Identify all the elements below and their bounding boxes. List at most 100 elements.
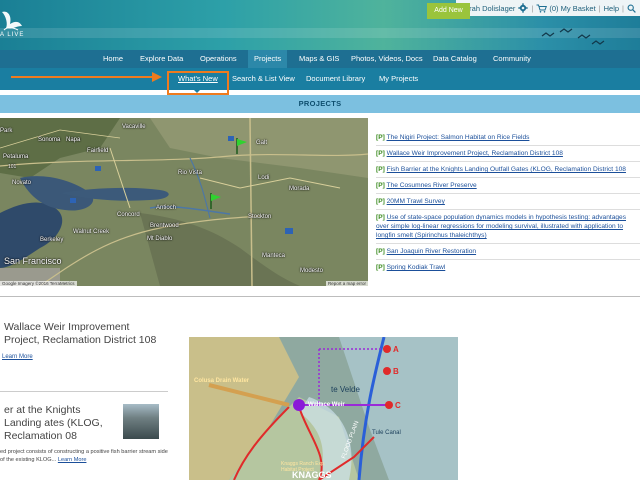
project-tag: [P] — [376, 264, 385, 271]
nav-projects[interactable]: Projects — [248, 50, 288, 68]
annotation-arrow-line — [11, 76, 157, 78]
map-label: Berkeley — [40, 237, 64, 243]
subnav-my-projects[interactable]: My Projects — [379, 68, 418, 90]
nav-operations[interactable]: Operations — [200, 50, 237, 68]
map-label: Manteca — [262, 253, 286, 259]
project-tag: [P] — [376, 150, 385, 157]
learn-more-link[interactable]: Learn More — [2, 354, 33, 360]
project-list-item[interactable]: [P] 20MM Trawl Survey — [376, 194, 640, 210]
project-list-item[interactable]: [P] The Nigiri Project: Salmon Habitat o… — [376, 130, 640, 146]
project-link[interactable]: The Cosumnes River Preserve — [387, 182, 477, 189]
separator: | — [598, 3, 601, 13]
project-list-item[interactable]: [P] Fish Barrier at the Knights Landing … — [376, 162, 640, 178]
birds-graphic-icon — [541, 28, 605, 45]
map-label: Mt Diablo — [147, 236, 173, 242]
card-divider — [0, 391, 168, 392]
sub-nav: What's New Search & List View Document L… — [0, 68, 640, 90]
project-list-item[interactable]: [P] The Cosumnes River Preserve — [376, 178, 640, 194]
map-label: Petaluma — [3, 154, 29, 160]
map-label: Novato — [12, 180, 32, 186]
map-label: Brentwood — [150, 223, 179, 229]
map-label: Lodi — [258, 175, 270, 181]
section-divider — [0, 296, 640, 297]
nav-photos-videos-docs[interactable]: Photos, Videos, Docs — [351, 50, 423, 68]
basket-link[interactable]: (0) My Basket — [549, 4, 595, 13]
map-label: Morada — [289, 186, 310, 192]
help-link[interactable]: Help — [604, 4, 619, 13]
user-bar: Sarah Dolislager | (0) My Basket | Help … — [455, 0, 640, 16]
project-list-item[interactable]: [P] Spring Kodiak Trawl — [376, 260, 640, 275]
diagram-graphic — [189, 337, 458, 480]
logo-text: A LIVE — [0, 32, 25, 38]
map-label: Vacaville — [122, 124, 146, 130]
separator: | — [531, 3, 534, 13]
learn-more-link[interactable]: Learn More — [58, 457, 87, 463]
map-label: Modesto — [300, 268, 324, 274]
project-link[interactable]: Spring Kodiak Trawl — [387, 264, 446, 271]
diagram-label: te Velde — [331, 385, 360, 394]
map-label: Fairfield — [87, 148, 109, 154]
search-icon[interactable] — [627, 4, 636, 13]
map-label: Galt — [256, 140, 268, 146]
map-attribution: Google Imagery ©2016 TerraMetrics — [0, 281, 77, 286]
map-label: Rio Vista — [178, 170, 202, 176]
diagram-label: Tule Canal — [372, 430, 401, 436]
projects-section-title: PROJECTS — [0, 95, 640, 113]
project-link[interactable]: Wallace Weir Improvement Project, Reclam… — [387, 150, 563, 157]
project-link[interactable]: Use of state-space population dynamics m… — [376, 214, 626, 239]
map-pin-icon[interactable] — [236, 138, 248, 154]
site-header: A LIVE Sarah Dolislager | (0) My Basket … — [0, 0, 640, 50]
map-label: Concord — [117, 212, 140, 218]
project-link[interactable]: San Joaquin River Restoration — [387, 248, 476, 255]
map-label: Stockton — [248, 214, 272, 220]
project-link[interactable]: The Nigiri Project: Salmon Habitat on Ri… — [387, 134, 530, 141]
project-tag: [P] — [376, 182, 385, 189]
basket-icon[interactable] — [536, 4, 548, 13]
map-pin-icon[interactable] — [210, 193, 222, 209]
nav-explore-data[interactable]: Explore Data — [140, 50, 183, 68]
subnav-document-library[interactable]: Document Library — [306, 68, 365, 90]
nav-data-catalog[interactable]: Data Catalog — [433, 50, 477, 68]
add-new-button[interactable]: Add New — [427, 3, 470, 19]
feature-thumbnail[interactable] — [123, 404, 159, 439]
diagram-label: Colusa Drain Water — [194, 378, 250, 384]
project-list-item[interactable]: [P] Wallace Weir Improvement Project, Re… — [376, 146, 640, 162]
feature-description: ed project consists of constructing a po… — [0, 448, 168, 464]
map-label: Napa — [66, 137, 81, 143]
project-tag: [P] — [376, 248, 385, 255]
separator: | — [622, 3, 624, 13]
diagram-label: Wallace Weir — [308, 402, 345, 408]
project-tag: [P] — [376, 166, 385, 173]
annotation-highlight-box — [167, 71, 229, 95]
map-road-label: 101 — [8, 164, 17, 170]
subnav-search-list-view[interactable]: Search & List View — [232, 68, 295, 90]
map-label: Park — [0, 128, 13, 134]
nav-maps-gis[interactable]: Maps & GIS — [299, 50, 339, 68]
nav-home[interactable]: Home — [103, 50, 123, 68]
diagram-label: KNAGGS — [292, 470, 332, 480]
feature-title[interactable]: er at the Knights Landing ates (KLOG, Re… — [4, 404, 119, 443]
arrow-right-annotation-icon — [152, 72, 162, 82]
project-list-item[interactable]: [P] Use of state-space population dynami… — [376, 210, 640, 244]
feature-title[interactable]: Wallace Weir Improvement Project, Reclam… — [4, 321, 164, 347]
project-tag: [P] — [376, 214, 385, 221]
map-label: Sonoma — [38, 137, 61, 143]
project-list: [P] The Nigiri Project: Salmon Habitat o… — [376, 130, 640, 275]
project-diagram-image: Colusa Drain Water Wallace Weir te Velde… — [189, 337, 458, 480]
project-tag: [P] — [376, 134, 385, 141]
project-link[interactable]: 20MM Trawl Survey — [387, 198, 445, 205]
main-nav: Home Explore Data Operations Projects Ma… — [0, 50, 640, 68]
diagram-label: C — [395, 401, 401, 410]
project-tag: [P] — [376, 198, 385, 205]
projects-map[interactable]: Park Sonoma Napa Vacaville Petaluma Fair… — [0, 118, 368, 286]
diagram-label: B — [393, 367, 399, 376]
map-label: Antioch — [156, 205, 177, 211]
nav-community[interactable]: Community — [493, 50, 531, 68]
map-report-link[interactable]: Report a map error — [325, 281, 368, 286]
diagram-label: A — [393, 345, 399, 354]
map-label: Walnut Creek — [73, 229, 110, 235]
gear-icon[interactable] — [518, 3, 529, 13]
map-label: San Francisco — [4, 256, 62, 266]
project-link[interactable]: Fish Barrier at the Knights Landing Outf… — [387, 166, 626, 173]
project-list-item[interactable]: [P] San Joaquin River Restoration — [376, 244, 640, 260]
